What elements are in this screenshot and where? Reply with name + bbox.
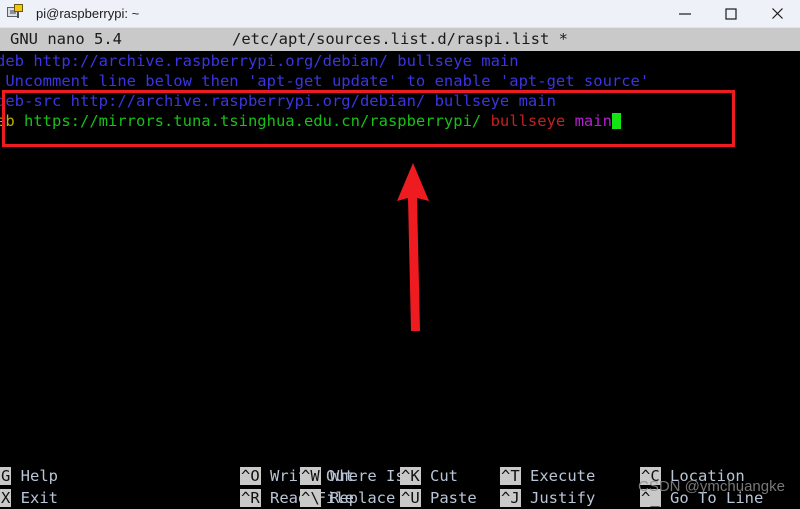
editor-text-segment: https://mirrors.tuna.tsinghua.edu.cn/ras…	[24, 112, 491, 130]
shortcut-key: ^T	[500, 467, 521, 485]
putty-terminal-icon	[7, 3, 27, 24]
editor-text-segment	[565, 112, 574, 130]
shortcut-key: ^O	[240, 467, 261, 485]
shortcut-paste[interactable]: ^U Paste	[400, 487, 477, 509]
terminal-window: pi@raspberrypi: ~ GNU nano 5.4 /etc/apt/…	[0, 0, 800, 509]
shortcut-label: Execute	[520, 467, 596, 485]
nano-filename-label: /etc/apt/sources.list.d/raspi.list *	[232, 30, 568, 48]
shortcut-key: ^\	[300, 489, 321, 507]
minimize-icon	[679, 12, 691, 15]
shortcut-key: ^_	[640, 489, 661, 507]
shortcut-replace[interactable]: ^\ Replace	[300, 487, 395, 509]
shortcut-key: ^R	[240, 489, 261, 507]
shortcut-label: Go To Line	[660, 489, 764, 507]
shortcut-label: Location	[660, 467, 745, 485]
editor-line[interactable]: Uncomment line below then 'apt-get updat…	[0, 71, 800, 91]
shortcut-key: X	[0, 489, 12, 507]
maximize-button[interactable]	[708, 0, 754, 27]
shortcut-key: ^K	[400, 467, 421, 485]
shortcut-key: ^W	[300, 467, 321, 485]
editor-text-segment: Uncomment line below then 'apt-get updat…	[0, 72, 650, 90]
nano-header-bar: GNU nano 5.4 /etc/apt/sources.list.d/ras…	[0, 28, 800, 51]
shortcut-help[interactable]: G Help	[0, 465, 58, 487]
maximize-icon	[725, 7, 737, 20]
editor-line[interactable]: deb-src http://archive.raspberrypi.org/d…	[0, 91, 800, 111]
minimize-button[interactable]	[662, 0, 708, 27]
shortcut-key: ^J	[500, 489, 521, 507]
window-titlebar: pi@raspberrypi: ~	[0, 0, 800, 28]
shortcut-cut[interactable]: ^K Cut	[400, 465, 458, 487]
shortcut-label: Help	[11, 467, 59, 485]
editor-text-segment: main	[574, 112, 612, 130]
shortcut-key: ^U	[400, 489, 421, 507]
editor-text-segment: eb	[0, 112, 15, 130]
shortcut-label: Where Is	[320, 467, 405, 485]
shortcut-label: Cut	[420, 467, 458, 485]
shortcut-label: Replace	[320, 489, 396, 507]
nano-editor-area[interactable]: deb http://archive.raspberrypi.org/debia…	[0, 51, 800, 465]
window-title: pi@raspberrypi: ~	[36, 6, 140, 21]
shortcut-label: Paste	[420, 489, 477, 507]
shortcut-row-2: X Exit ^R Read File ^\ Replace ^U Paste ^J J…	[0, 487, 800, 509]
close-icon	[771, 8, 783, 19]
shortcut-go-to-line[interactable]: ^_ Go To Line	[640, 487, 763, 509]
nano-shortcut-bar: G Help ^O Write Out ^W Where Is ^K Cut ^T Ex…	[0, 465, 800, 509]
shortcut-row-1: G Help ^O Write Out ^W Where Is ^K Cut ^T Ex…	[0, 465, 800, 487]
editor-line[interactable]: deb http://archive.raspberrypi.org/debia…	[0, 51, 800, 71]
close-button[interactable]	[754, 0, 800, 27]
shortcut-location[interactable]: ^C Location	[640, 465, 745, 487]
editor-text-segment: deb-src http://archive.raspberrypi.org/d…	[0, 92, 556, 110]
shortcut-justify[interactable]: ^J Justify	[500, 487, 595, 509]
shortcut-exit[interactable]: X Exit	[0, 487, 58, 509]
editor-text-segment: deb http://archive.raspberrypi.org/debia…	[0, 52, 519, 70]
text-cursor	[611, 113, 621, 129]
editor-line[interactable]: eb https://mirrors.tuna.tsinghua.edu.cn/…	[0, 111, 800, 131]
shortcut-key: G	[0, 467, 12, 485]
editor-text-segment: bullseye	[490, 112, 566, 130]
shortcut-label: Justify	[520, 489, 596, 507]
shortcut-where-is[interactable]: ^W Where Is	[300, 465, 405, 487]
shortcut-execute[interactable]: ^T Execute	[500, 465, 595, 487]
shortcut-label: Exit	[11, 489, 59, 507]
shortcut-key: ^C	[640, 467, 661, 485]
